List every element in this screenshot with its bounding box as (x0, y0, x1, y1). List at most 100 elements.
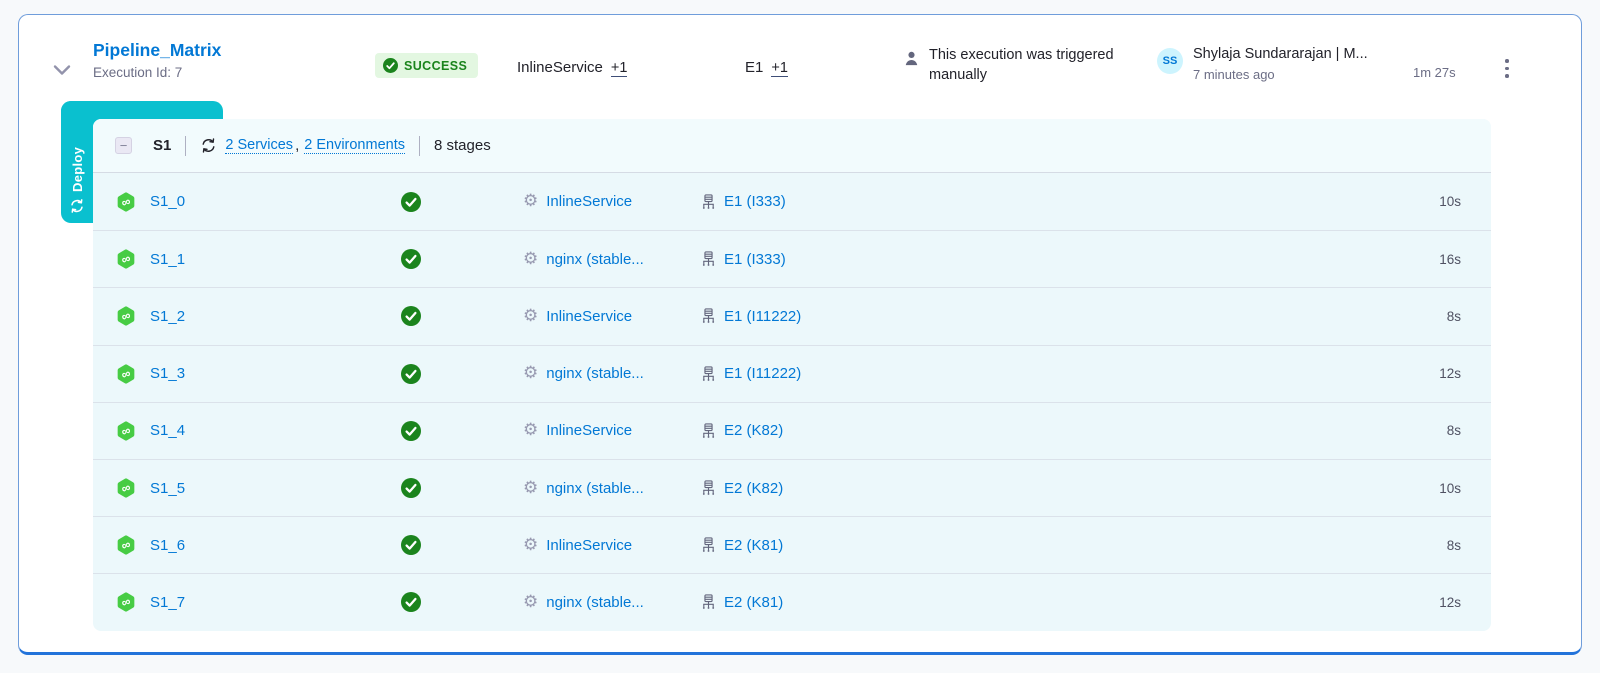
services-more-link[interactable]: +1 (611, 60, 628, 77)
stage-name-cell: ∞ S1_5 (115, 477, 401, 499)
expand-collapse-chevron[interactable] (53, 61, 75, 79)
stages-count: 8 stages (434, 137, 491, 154)
service-link[interactable]: InlineService (546, 193, 632, 210)
stage-status-cell (401, 364, 523, 384)
service-link[interactable]: nginx (stable... (546, 365, 644, 382)
status-label: SUCCESS (404, 59, 467, 73)
environment-link[interactable]: E2 (K81) (724, 537, 783, 554)
environment-link[interactable]: E1 (I11222) (724, 308, 801, 325)
stage-duration: 8s (1391, 423, 1461, 438)
stage-row[interactable]: ∞ S1_5 ⚙ nginx (stable... (93, 459, 1491, 516)
stage-name-cell: ∞ S1_2 (115, 305, 401, 327)
environment-link[interactable]: E2 (K81) (724, 594, 783, 611)
service-link[interactable]: InlineService (546, 537, 632, 554)
service-gear-icon: ⚙ (523, 365, 538, 382)
services-summary: InlineService +1 (517, 59, 627, 77)
environment-link[interactable]: E2 (K82) (724, 480, 783, 497)
collapse-matrix-button[interactable]: − (115, 137, 132, 154)
services-count-link[interactable]: 2 Services (225, 137, 293, 154)
environment-link[interactable]: E2 (K82) (724, 422, 783, 439)
success-check-icon (401, 592, 523, 612)
stage-name-link[interactable]: S1_7 (150, 594, 185, 611)
service-link[interactable]: InlineService (546, 422, 632, 439)
separator-comma: , (295, 137, 299, 154)
execution-card: Pipeline_Matrix Execution Id: 7 SUCCESS … (18, 14, 1582, 655)
success-check-icon (401, 306, 523, 326)
matrix-stage-icon: ∞ (115, 420, 137, 442)
infrastructure-icon (701, 537, 716, 553)
trigger-time: 7 minutes ago (1193, 67, 1368, 82)
success-check-icon (401, 192, 523, 212)
environment-cell: E1 (I333) (701, 251, 1391, 268)
service-cell: ⚙ InlineService (523, 308, 701, 325)
stage-name-link[interactable]: S1_5 (150, 480, 185, 497)
service-cell: ⚙ nginx (stable... (523, 594, 701, 611)
avatar: SS (1157, 48, 1183, 74)
infrastructure-icon (701, 194, 716, 210)
success-check-icon (401, 478, 523, 498)
service-link[interactable]: nginx (stable... (546, 594, 644, 611)
person-icon (903, 50, 920, 85)
stage-name-cell: ∞ S1_0 (115, 191, 401, 213)
environment-link[interactable]: E1 (I333) (724, 193, 786, 210)
service-link[interactable]: nginx (stable... (546, 480, 644, 497)
trigger-info: This execution was triggered manually (903, 45, 1165, 85)
matrix-stage-icon: ∞ (115, 591, 137, 613)
deploy-stage-tab[interactable]: Deploy (61, 101, 93, 223)
stage-name-link[interactable]: S1_0 (150, 193, 185, 210)
stage-duration: 16s (1391, 252, 1461, 267)
stage-name-link[interactable]: S1_3 (150, 365, 185, 382)
stage-row[interactable]: ∞ S1_1 ⚙ nginx (stable... (93, 230, 1491, 287)
infrastructure-icon (701, 366, 716, 382)
matrix-rows: ∞ S1_0 ⚙ InlineService (93, 173, 1491, 631)
success-check-icon (401, 421, 523, 441)
infrastructure-icon (701, 251, 716, 267)
stage-row[interactable]: ∞ S1_2 ⚙ InlineService (93, 287, 1491, 344)
service-gear-icon: ⚙ (523, 480, 538, 497)
environment-cell: E1 (I11222) (701, 365, 1391, 382)
matrix-stage-icon: ∞ (115, 477, 137, 499)
environment-link[interactable]: E1 (I333) (724, 251, 786, 268)
stage-duration: 10s (1391, 481, 1461, 496)
environments-primary: E1 (745, 59, 763, 76)
stage-name-link[interactable]: S1_1 (150, 251, 185, 268)
more-options-button[interactable] (1501, 55, 1513, 82)
service-gear-icon: ⚙ (523, 422, 538, 439)
stage-name-link[interactable]: S1_6 (150, 537, 185, 554)
environment-cell: E1 (I333) (701, 193, 1391, 210)
matrix-stage-icon: ∞ (115, 191, 137, 213)
service-link[interactable]: nginx (stable... (546, 251, 644, 268)
environment-cell: E2 (K81) (701, 594, 1391, 611)
stage-duration: 8s (1391, 538, 1461, 553)
services-primary: InlineService (517, 59, 603, 76)
stage-row[interactable]: ∞ S1_0 ⚙ InlineService (93, 173, 1491, 230)
stage-row[interactable]: ∞ S1_6 ⚙ InlineService (93, 516, 1491, 573)
kebab-icon (1505, 59, 1509, 63)
chevron-down-icon (53, 64, 75, 76)
title-block: Pipeline_Matrix Execution Id: 7 (93, 39, 221, 80)
execution-id: Execution Id: 7 (93, 65, 221, 80)
stage-name-link[interactable]: S1_4 (150, 422, 185, 439)
service-cell: ⚙ InlineService (523, 193, 701, 210)
stage-row[interactable]: ∞ S1_7 ⚙ nginx (stable... (93, 573, 1491, 630)
stage-row[interactable]: ∞ S1_3 ⚙ nginx (stable... (93, 345, 1491, 402)
pipeline-title[interactable]: Pipeline_Matrix (93, 39, 221, 61)
environment-cell: E2 (K82) (701, 480, 1391, 497)
success-check-icon (401, 535, 523, 555)
user-block: SS Shylaja Sundararajan | M... 7 minutes… (1157, 46, 1368, 82)
stage-name-cell: ∞ S1_4 (115, 420, 401, 442)
environments-more-link[interactable]: +1 (771, 60, 788, 77)
environments-count-link[interactable]: 2 Environments (304, 137, 405, 154)
environment-link[interactable]: E1 (I11222) (724, 365, 801, 382)
stage-duration: 8s (1391, 309, 1461, 324)
trigger-text: This execution was triggered manually (929, 45, 1165, 85)
service-gear-icon: ⚙ (523, 308, 538, 325)
stage-name-link[interactable]: S1_2 (150, 308, 185, 325)
environment-cell: E2 (K82) (701, 422, 1391, 439)
stage-name-cell: ∞ S1_1 (115, 248, 401, 270)
service-link[interactable]: InlineService (546, 308, 632, 325)
matrix-stage-icon: ∞ (115, 305, 137, 327)
stage-row[interactable]: ∞ S1_4 ⚙ InlineService (93, 402, 1491, 459)
service-gear-icon: ⚙ (523, 537, 538, 554)
matrix-group-header: − S1 2 Services , 2 Environments 8 stage… (93, 119, 1491, 173)
